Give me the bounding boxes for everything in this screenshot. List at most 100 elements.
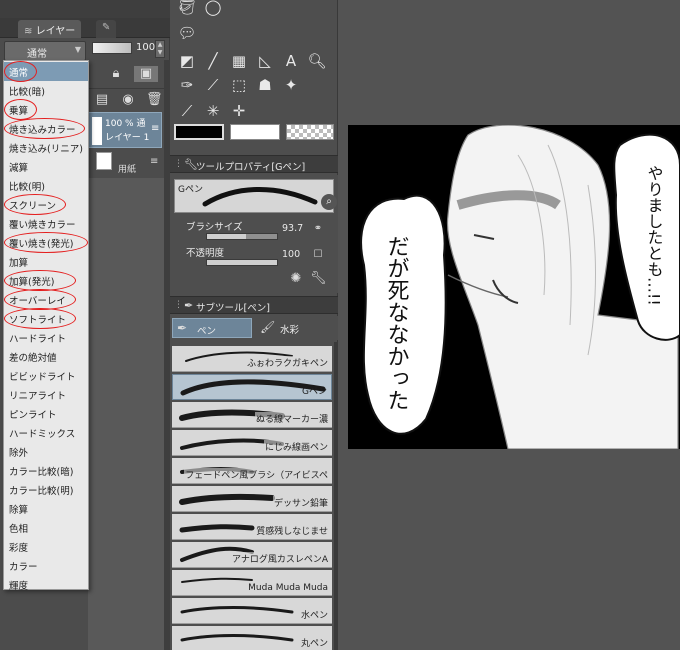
blend-mode-option[interactable]: リニアライト bbox=[4, 385, 88, 404]
eyedropper-icon[interactable]: ⟋ bbox=[176, 100, 198, 122]
sub-tool-item[interactable]: Gペン bbox=[172, 374, 332, 400]
sub-color-swatch[interactable] bbox=[230, 124, 280, 140]
sub-tool-item[interactable]: ふぉわラクガキペン bbox=[172, 346, 332, 372]
blend-mode-option[interactable]: 輝度 bbox=[4, 575, 88, 594]
pen-icon: ✎ bbox=[102, 22, 111, 33]
settings-icon[interactable]: ✺ bbox=[288, 271, 304, 287]
new-layer-icon[interactable]: ▤ bbox=[94, 92, 110, 108]
sub-tool-item[interactable]: ぬる線マーカー濃 bbox=[172, 402, 332, 428]
brush-size-slider[interactable] bbox=[206, 233, 278, 240]
lasso-icon[interactable]: ◯ bbox=[202, 0, 224, 18]
pen-icon: ✒ bbox=[177, 321, 188, 335]
sub-tool-item[interactable]: Muda Muda Muda bbox=[172, 570, 332, 596]
tab-pen[interactable]: ✒ ペン bbox=[172, 318, 252, 338]
sub-tool-name: 丸ペン bbox=[299, 636, 329, 649]
tab-watercolor-label: 水彩 bbox=[280, 325, 300, 336]
ruler-line-icon[interactable]: ⟋ bbox=[202, 74, 224, 96]
sub-tool-name: 水ペン bbox=[299, 608, 329, 621]
blend-mode-option[interactable]: ピンライト bbox=[4, 404, 88, 423]
blend-mode-option[interactable]: 覆い焼き(発光) bbox=[4, 233, 88, 252]
blend-mode-option[interactable]: 比較(暗) bbox=[4, 81, 88, 100]
move-icon[interactable]: ✛ bbox=[228, 100, 250, 122]
ruler-icon[interactable]: ◺ bbox=[254, 50, 276, 72]
blend-mode-option[interactable]: 覆い焼きカラー bbox=[4, 214, 88, 233]
trash-icon[interactable]: 🗑︎ bbox=[146, 92, 163, 108]
gradient-icon[interactable]: ◩ bbox=[176, 50, 198, 72]
layer-row-paper[interactable]: 用紙 ≡ bbox=[88, 150, 162, 176]
canvas[interactable]: だが死ななかった やりましたとも…!! bbox=[348, 125, 680, 449]
layer-opacity-slider[interactable] bbox=[92, 42, 132, 54]
menu-icon[interactable]: ≡ bbox=[150, 156, 158, 167]
magic-wand-icon[interactable]: ✳ bbox=[202, 100, 224, 122]
layer-panel: ≋ レイヤー ✎ 通常 ▼ 100 ▲ ▼ 🔒︎ ▣ ▤ ◉ 🗑︎ 100 % 通… bbox=[0, 0, 170, 650]
blend-mode-option[interactable]: 除外 bbox=[4, 442, 88, 461]
tab-layer-property[interactable]: ✎ bbox=[96, 20, 117, 38]
main-color-swatch[interactable] bbox=[174, 124, 224, 140]
blend-mode-option[interactable]: 焼き込み(リニア) bbox=[4, 138, 88, 157]
blend-mode-option[interactable]: 除算 bbox=[4, 499, 88, 518]
blend-mode-option[interactable]: 彩度 bbox=[4, 537, 88, 556]
sub-tool-name: フェードペン風ブラシ（アイビスペ bbox=[184, 468, 329, 481]
sub-tool-item[interactable]: 丸ペン bbox=[172, 626, 332, 650]
text-icon[interactable]: A bbox=[280, 50, 302, 72]
checkbox-icon[interactable]: ☐ bbox=[310, 247, 326, 263]
balloon-pen-icon[interactable]: ✑ bbox=[176, 74, 198, 96]
grip-icon[interactable]: ⋮ bbox=[174, 300, 183, 310]
sub-tool-item[interactable]: にじみ線画ペン bbox=[172, 430, 332, 456]
opacity-slider[interactable] bbox=[206, 259, 278, 266]
sub-tool-name: アナログ風カスレペンA bbox=[231, 552, 329, 565]
blend-mode-option[interactable]: カラー比較(明) bbox=[4, 480, 88, 499]
lock-icon[interactable]: 🔒︎ bbox=[108, 66, 124, 82]
fill-bucket-icon[interactable]: 🪣︎ bbox=[176, 0, 198, 18]
sub-tool-name: Gペン bbox=[302, 387, 327, 397]
canvas-artwork: だが死ななかった やりましたとも…!! bbox=[360, 125, 680, 449]
blend-mode-option[interactable]: 焼き込みカラー bbox=[4, 119, 88, 138]
blend-mode-option[interactable]: ソフトライト bbox=[4, 309, 88, 328]
blend-mode-option[interactable]: 比較(明) bbox=[4, 176, 88, 195]
blend-mode-option[interactable]: ハードライト bbox=[4, 328, 88, 347]
brush-size-option-icon[interactable]: ⚭ bbox=[310, 221, 326, 237]
wrench-icon[interactable]: 🔧︎ bbox=[310, 271, 327, 287]
speech-left-text: だが死ななかった bbox=[384, 235, 410, 411]
blend-mode-option[interactable]: ビビッドライト bbox=[4, 366, 88, 385]
blend-mode-option[interactable]: 加算 bbox=[4, 252, 88, 271]
tab-pen-label: ペン bbox=[197, 326, 217, 337]
clipping-icon[interactable]: ▣ bbox=[134, 66, 158, 82]
tab-layer[interactable]: ≋ レイヤー bbox=[18, 20, 82, 38]
sub-tool-name: Muda Muda Muda bbox=[247, 583, 329, 593]
mask-icon[interactable]: ◉ bbox=[120, 92, 136, 108]
sub-tool-name: 質感残しなじませ bbox=[255, 524, 329, 537]
sub-tool-item[interactable]: 水ペン bbox=[172, 598, 332, 624]
layer-row[interactable]: 100 % 通 レイヤー 1 ≡ bbox=[88, 112, 162, 148]
blend-mode-option[interactable]: オーバーレイ bbox=[4, 290, 88, 309]
blend-mode-option[interactable]: スクリーン bbox=[4, 195, 88, 214]
blend-mode-option[interactable]: 乗算 bbox=[4, 100, 88, 119]
blend-mode-option[interactable]: 差の絶対値 bbox=[4, 347, 88, 366]
sub-tool-item[interactable]: フェードペン風ブラシ（アイビスペ bbox=[172, 458, 332, 484]
frame-border-icon[interactable]: ▦ bbox=[228, 50, 250, 72]
transparent-color-swatch[interactable] bbox=[286, 124, 334, 140]
sub-tool-item[interactable]: アナログ風カスレペンA bbox=[172, 542, 332, 568]
sub-tool-item[interactable]: 質感残しなじませ bbox=[172, 514, 332, 540]
figure-icon[interactable]: ☗ bbox=[254, 74, 276, 96]
blend-mode-option[interactable]: 通常 bbox=[4, 62, 88, 81]
blend-mode-option[interactable]: 加算(発光) bbox=[4, 271, 88, 290]
menu-icon[interactable]: ≡ bbox=[151, 123, 159, 134]
sub-tool-item[interactable]: デッサン鉛筆 bbox=[172, 486, 332, 512]
stamp-icon[interactable]: ✦ bbox=[280, 74, 302, 96]
tab-watercolor[interactable]: 🖌︎ 水彩 bbox=[256, 318, 336, 338]
blend-mode-option[interactable]: カラー bbox=[4, 556, 88, 575]
speech-balloon-icon[interactable]: 💬︎ bbox=[176, 22, 198, 44]
grip-icon[interactable]: ⋮ bbox=[174, 159, 183, 169]
blend-mode-select[interactable]: 通常 ▼ bbox=[4, 41, 86, 61]
zoom-icon[interactable]: 🔍︎ bbox=[306, 50, 328, 72]
search-icon[interactable]: ⌕ bbox=[321, 194, 337, 210]
blend-mode-option[interactable]: 色相 bbox=[4, 518, 88, 537]
layer-opacity-stepper[interactable]: ▲ ▼ bbox=[155, 40, 165, 58]
brush-size-value: 93.7 bbox=[282, 223, 304, 234]
3d-object-icon[interactable]: ⬚ bbox=[228, 74, 250, 96]
blend-mode-option[interactable]: カラー比較(暗) bbox=[4, 461, 88, 480]
line-icon[interactable]: ╱ bbox=[202, 50, 224, 72]
blend-mode-option[interactable]: ハードミックス bbox=[4, 423, 88, 442]
blend-mode-option[interactable]: 減算 bbox=[4, 157, 88, 176]
